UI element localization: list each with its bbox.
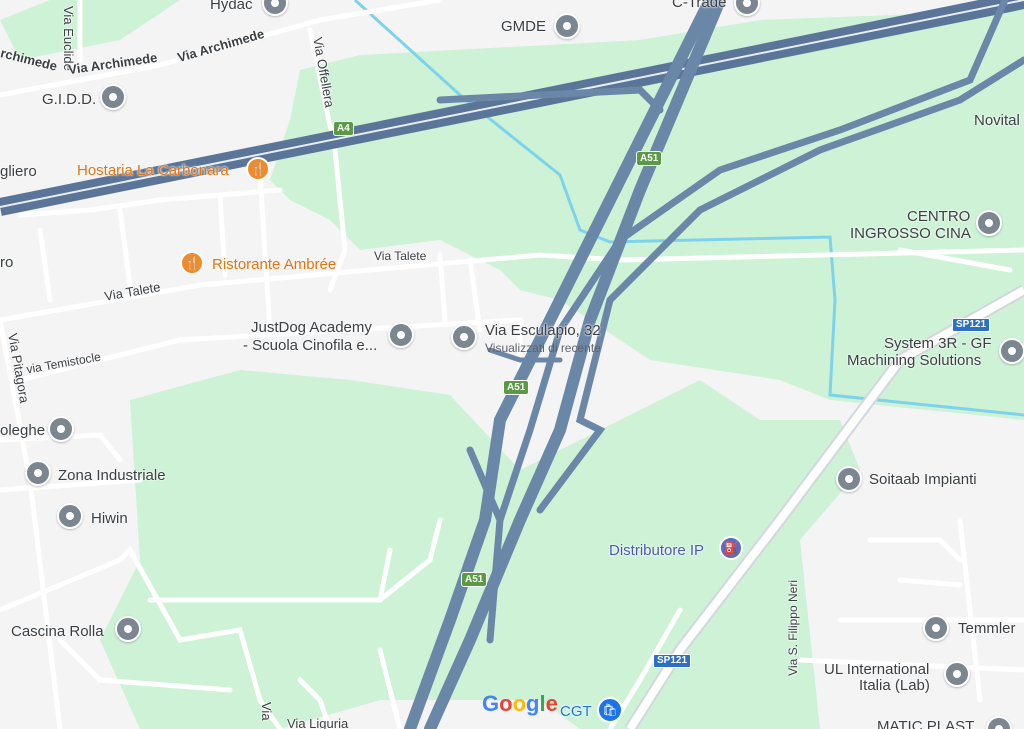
poi-label-distributore-ip[interactable]: Distributore IP xyxy=(609,542,704,559)
poi-label-hiwin[interactable]: Hiwin xyxy=(91,510,128,527)
place-pin-icon[interactable] xyxy=(923,615,949,641)
poi-label-matic-plast[interactable]: MATIC PLAST xyxy=(877,718,974,729)
poi-label-gmde[interactable]: GMDE xyxy=(501,18,546,35)
poi-label-ro[interactable]: ro xyxy=(0,254,13,271)
shield-sp121-top: SP121 xyxy=(952,318,991,332)
place-pin-icon[interactable] xyxy=(976,210,1002,236)
poi-label-via-esculapio[interactable]: Via Esculapio, 32 xyxy=(485,322,601,339)
shield-a4: A4 xyxy=(333,121,354,136)
place-pin-icon[interactable] xyxy=(999,338,1024,364)
poi-label-zona-industriale[interactable]: Zona Industriale xyxy=(58,467,166,484)
poi-label-gidd[interactable]: G.I.D.D. xyxy=(42,91,96,108)
poi-label-justdog-line2[interactable]: - Scuola Cinofila e... xyxy=(243,337,377,354)
google-logo: Google xyxy=(482,691,558,717)
poi-label-hydac[interactable]: Hydac xyxy=(210,0,253,13)
place-pin-icon[interactable] xyxy=(57,503,83,529)
fuel-pump-icon[interactable]: ⛽ xyxy=(719,536,743,560)
poi-label-cgt[interactable]: CGT xyxy=(560,703,592,720)
google-logo-letter: G xyxy=(482,691,500,716)
google-logo-letter: o xyxy=(512,691,527,716)
shield-a51-bottom: A51 xyxy=(461,572,488,587)
map-canvas[interactable]: Via Euclide rchimede Via Archimede Via A… xyxy=(0,0,1024,729)
poi-label-centro-ingrosso-line1[interactable]: CENTRO xyxy=(907,208,970,225)
google-logo-letter: o xyxy=(499,691,513,716)
street-label-via-partial: Via xyxy=(259,702,274,721)
place-pin-icon[interactable] xyxy=(388,322,414,348)
fork-knife-icon[interactable]: 🍴 xyxy=(180,251,204,275)
poi-label-system3r-line1[interactable]: System 3R - GF xyxy=(884,335,992,352)
poi-label-oleghe[interactable]: oleghe xyxy=(0,422,45,439)
shopping-bag-icon[interactable]: 🛍 xyxy=(597,697,623,723)
shield-a51-middle: A51 xyxy=(503,380,530,395)
poi-label-system3r-line2[interactable]: Machining Solutions xyxy=(847,352,981,369)
poi-label-cascina-rolla[interactable]: Cascina Rolla xyxy=(11,623,104,640)
shield-sp121-bottom: SP121 xyxy=(653,654,692,668)
place-pin-icon[interactable] xyxy=(115,616,141,642)
place-pin-icon[interactable] xyxy=(554,13,580,39)
place-pin-icon[interactable] xyxy=(836,466,862,492)
poi-label-c-trade[interactable]: C-Trade xyxy=(672,0,726,11)
street-label-via-s-filippo-neri: Via S. Filippo Neri xyxy=(786,580,800,676)
poi-label-centro-ingrosso-line2[interactable]: INGROSSO CINA xyxy=(850,225,971,242)
place-pin-icon[interactable] xyxy=(25,460,51,486)
poi-label-justdog-line1[interactable]: JustDog Academy xyxy=(251,319,372,336)
street-label-via-talete-east: Via Talete xyxy=(374,249,427,263)
poi-label-soitaab-impianti[interactable]: Soitaab Impianti xyxy=(869,471,977,488)
google-logo-letter: e xyxy=(545,691,558,716)
poi-label-novital[interactable]: Novital xyxy=(974,112,1020,129)
poi-label-hostaria-la-carbonara[interactable]: Hostaria La Carbonara xyxy=(77,162,229,179)
fork-knife-icon[interactable]: 🍴 xyxy=(246,157,270,181)
poi-label-gliero[interactable]: gliero xyxy=(0,163,37,180)
poi-label-ristorante-ambree[interactable]: Ristorante Ambrée xyxy=(212,256,336,273)
poi-label-temmler[interactable]: Temmler xyxy=(958,620,1016,637)
place-pin-icon[interactable] xyxy=(944,661,970,687)
poi-label-ul-international-line2[interactable]: Italia (Lab) xyxy=(859,677,930,694)
place-pin-icon[interactable] xyxy=(100,84,126,110)
place-pin-icon[interactable] xyxy=(451,324,477,350)
poi-label-ul-international-line1[interactable]: UL International xyxy=(824,661,929,678)
place-pin-icon[interactable] xyxy=(48,416,74,442)
google-logo-letter: g xyxy=(526,691,540,716)
poi-sublabel-recently-viewed: Visualizzati di recente xyxy=(485,341,601,355)
shield-a51-top: A51 xyxy=(636,151,663,166)
street-label-via-liguria: Via Liguria xyxy=(287,716,349,729)
